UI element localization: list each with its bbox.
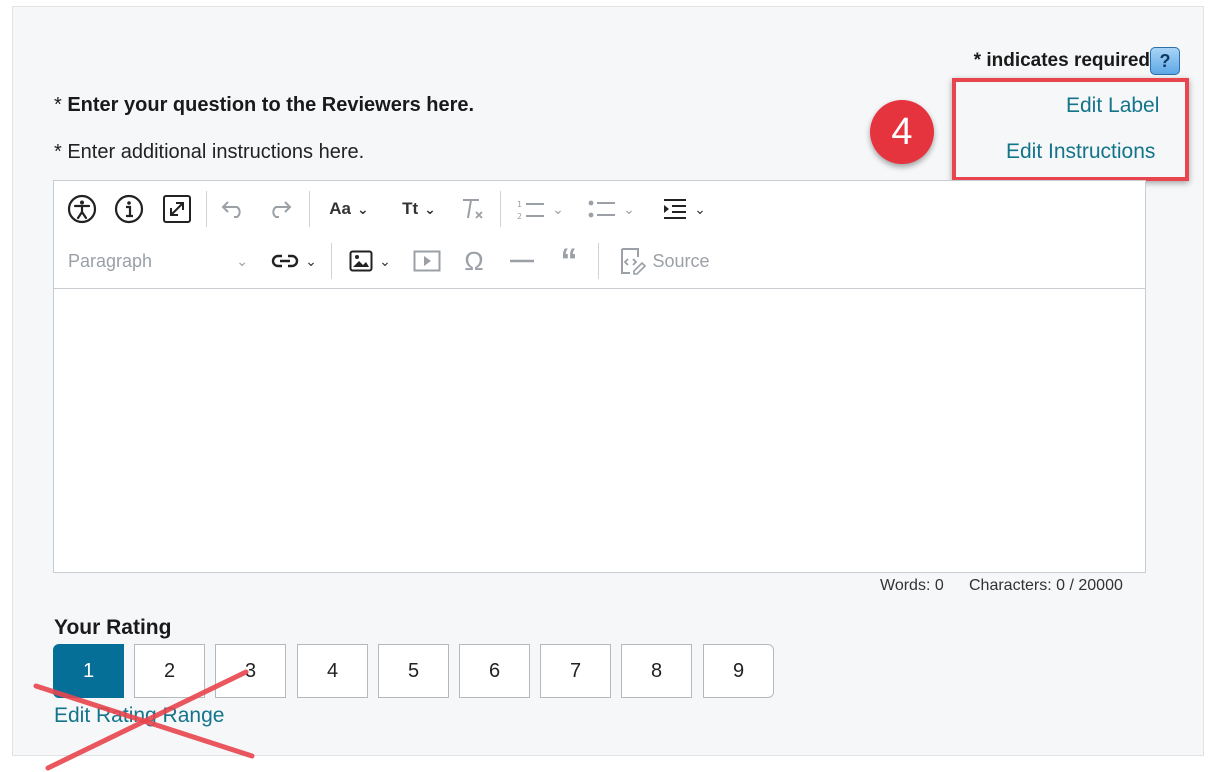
chevron-down-icon: ⌄: [623, 200, 635, 217]
question-label: * Enter your question to the Reviewers h…: [54, 94, 475, 116]
rich-text-editor: Aa ⌄ Tt ⌄ 1 2 ⌄ ⌄ ⌄ Paragraph ⌄ ⌄ ⌄ Ω “ S…: [53, 180, 1146, 573]
info-icon[interactable]: [113, 193, 145, 225]
numbered-list-dropdown[interactable]: 1 2 ⌄: [510, 193, 570, 225]
link-dropdown[interactable]: ⌄: [266, 245, 322, 277]
image-dropdown[interactable]: ⌄: [342, 245, 398, 277]
edit-rating-range-link[interactable]: Edit Rating Range: [54, 704, 224, 728]
blockquote-icon[interactable]: “: [552, 244, 586, 278]
font-size-dropdown[interactable]: Aa ⌄: [322, 193, 376, 225]
editor-content-area[interactable]: [54, 289, 1145, 572]
undo-icon[interactable]: [217, 193, 249, 225]
toolbar-separator: [309, 191, 310, 227]
word-count: Words: 0: [880, 577, 944, 594]
character-count: Characters: 0 / 20000: [969, 577, 1123, 594]
toolbar-separator: [206, 191, 207, 227]
redo-icon[interactable]: [264, 193, 296, 225]
chevron-down-icon: ⌄: [305, 252, 317, 269]
accessibility-icon[interactable]: [66, 193, 98, 225]
horizontal-line-icon[interactable]: [504, 245, 540, 277]
rating-option-8[interactable]: 8: [621, 644, 692, 698]
bulleted-list-dropdown[interactable]: ⌄: [581, 193, 641, 225]
rating-option-5[interactable]: 5: [378, 644, 449, 698]
rating-title: Your Rating: [54, 616, 172, 639]
fullscreen-icon[interactable]: [161, 193, 193, 225]
required-note: * indicates required: [973, 50, 1150, 71]
svg-text:1: 1: [517, 200, 522, 209]
rating-option-2[interactable]: 2: [134, 644, 205, 698]
toolbar-separator: [500, 191, 501, 227]
remove-format-icon[interactable]: [456, 193, 490, 225]
media-embed-icon[interactable]: [410, 245, 444, 277]
chevron-down-icon: ⌄: [552, 200, 564, 217]
paragraph-style-dropdown[interactable]: Paragraph ⌄: [68, 245, 248, 277]
indent-dropdown[interactable]: ⌄: [654, 193, 714, 225]
rating-option-7[interactable]: 7: [540, 644, 611, 698]
svg-text:2: 2: [517, 212, 522, 221]
annotation-highlight-box: [952, 78, 1189, 181]
instructions-label: * Enter additional instructions here.: [54, 141, 365, 163]
rating-option-4[interactable]: 4: [297, 644, 368, 698]
chevron-down-icon: ⌄: [357, 200, 369, 217]
rating-option-1[interactable]: 1: [53, 644, 124, 698]
toolbar-separator: [331, 243, 332, 279]
chevron-down-icon: ⌄: [694, 200, 706, 217]
rating-option-3[interactable]: 3: [215, 644, 286, 698]
font-family-dropdown[interactable]: Tt ⌄: [392, 193, 446, 225]
source-code-icon: [621, 248, 647, 275]
toolbar-separator: [598, 243, 599, 279]
rating-option-6[interactable]: 6: [459, 644, 530, 698]
source-button[interactable]: Source: [614, 245, 714, 277]
help-button[interactable]: ?: [1150, 47, 1180, 75]
chevron-down-icon: ⌄: [236, 252, 248, 269]
chevron-down-icon: ⌄: [379, 252, 391, 269]
annotation-step-badge: 4: [870, 100, 934, 164]
chevron-down-icon: ⌄: [424, 200, 436, 217]
rating-option-9[interactable]: 9: [703, 644, 774, 698]
special-characters-icon[interactable]: Ω: [457, 245, 491, 277]
editor-toolbar: Aa ⌄ Tt ⌄ 1 2 ⌄ ⌄ ⌄ Paragraph ⌄ ⌄ ⌄ Ω “ S…: [54, 181, 1145, 289]
